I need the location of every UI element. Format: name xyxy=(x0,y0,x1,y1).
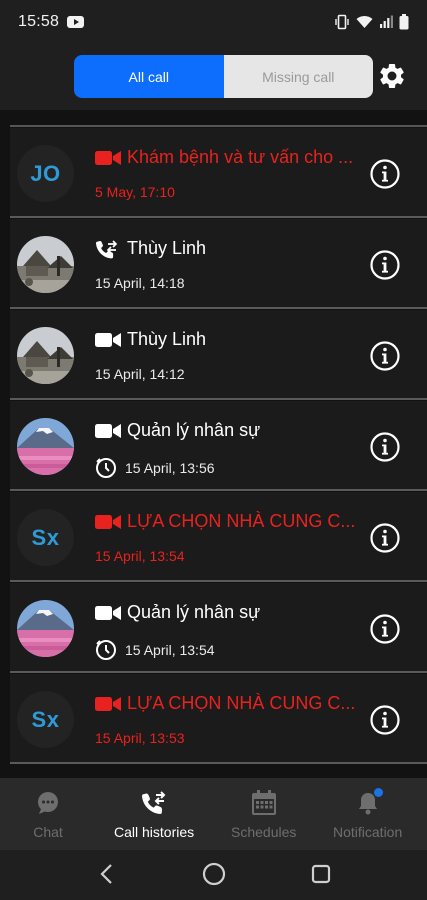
call-title: Thùy Linh xyxy=(127,238,207,258)
system-navigation-bar xyxy=(0,850,427,900)
status-time: 15:58 xyxy=(18,13,60,30)
call-history-row[interactable]: Quản lý nhân sự 15 April, 13:56 xyxy=(10,401,427,491)
call-date-line: 15 April, 13:56 xyxy=(95,457,215,479)
scheduled-clock-icon xyxy=(96,640,116,660)
info-icon[interactable] xyxy=(369,340,401,372)
home-icon[interactable] xyxy=(202,862,226,886)
call-history-row[interactable]: Quản lý nhân sự 15 April, 13:54 xyxy=(10,583,427,673)
video-icon xyxy=(95,604,121,622)
avatar: Sx xyxy=(17,509,74,566)
chat-icon xyxy=(33,790,63,816)
call-title-line: Thùy Linh xyxy=(95,238,365,259)
nav-label-notification: Notification xyxy=(333,824,403,840)
nav-item-notification[interactable]: Notification xyxy=(333,778,402,850)
call-date-line: 15 April, 13:54 xyxy=(95,548,185,564)
info-icon[interactable] xyxy=(369,522,401,554)
call-title: Quản lý nhân sự xyxy=(127,602,261,622)
call-history-row[interactable]: Thùy Linh 15 April, 14:18 xyxy=(10,219,427,309)
tab-all-call-label: All call xyxy=(128,68,169,85)
youtube-notification-icon xyxy=(67,16,85,28)
info-icon[interactable] xyxy=(369,249,401,281)
bell-icon xyxy=(353,788,383,816)
nav-label-chat: Chat xyxy=(33,824,63,840)
call-title: Thùy Linh xyxy=(127,329,207,349)
call-date: 15 April, 13:56 xyxy=(125,460,215,476)
call-history-row[interactable]: JO Khám bệnh và tư vấn cho ... 5 May, 17… xyxy=(10,128,427,218)
call-title-line: LỰA CHỌN NHÀ CUNG C... xyxy=(95,511,365,532)
call-title-line: Thùy Linh xyxy=(95,329,365,350)
tab-missing-call-label: Missing call xyxy=(262,68,335,85)
info-icon[interactable] xyxy=(369,613,401,645)
info-icon[interactable] xyxy=(369,158,401,190)
call-date: 15 April, 14:18 xyxy=(95,275,185,291)
call-title-line: Quản lý nhân sự xyxy=(95,420,365,441)
call-title: LỰA CHỌN NHÀ CUNG C... xyxy=(127,511,356,531)
info-icon[interactable] xyxy=(369,704,401,736)
nav-item-call-histories[interactable]: Call histories xyxy=(114,778,194,850)
video-icon xyxy=(95,513,121,531)
call-history-list: JO Khám bệnh và tư vấn cho ... 5 May, 17… xyxy=(0,110,427,778)
call-title: LỰA CHỌN NHÀ CUNG C... xyxy=(127,693,356,713)
avatar xyxy=(17,418,74,475)
settings-gear-icon[interactable] xyxy=(377,61,407,91)
back-icon[interactable] xyxy=(98,863,116,885)
app-header: All call Missing call xyxy=(0,44,427,110)
video-icon xyxy=(95,331,121,349)
notification-badge xyxy=(373,788,383,797)
call-title: Quản lý nhân sự xyxy=(127,420,261,440)
call-history-row[interactable]: Sx LỰA CHỌN NHÀ CUNG C... 15 April, 13:5… xyxy=(10,674,427,764)
nav-item-chat[interactable]: Chat xyxy=(33,778,63,850)
call-date: 15 April, 13:54 xyxy=(95,548,185,564)
call-date-line: 15 April, 14:18 xyxy=(95,275,185,291)
nav-item-schedules[interactable]: Schedules xyxy=(231,778,296,850)
status-icons xyxy=(334,14,409,30)
phone-icon xyxy=(95,239,121,258)
status-bar: 15:58 xyxy=(0,0,427,44)
calendar-icon xyxy=(249,790,279,816)
nav-label-call-histories: Call histories xyxy=(114,824,195,840)
call-date: 15 April, 13:54 xyxy=(125,642,215,658)
scheduled-clock-icon xyxy=(96,458,116,478)
avatar xyxy=(17,236,74,293)
call-filter-segmented-control: All call Missing call xyxy=(74,55,373,98)
avatar: JO xyxy=(17,145,74,202)
call-date-line: 15 April, 13:54 xyxy=(95,639,215,661)
avatar-initials: Sx xyxy=(31,524,60,550)
call-date-line: 15 April, 13:53 xyxy=(95,730,185,746)
call-history-row[interactable]: Sx LỰA CHỌN NHÀ CUNG C... 15 April, 13:5… xyxy=(10,492,427,582)
call-history-row[interactable]: Thùy Linh 15 April, 14:12 xyxy=(10,310,427,400)
call-date: 15 April, 13:53 xyxy=(95,730,185,746)
list-divider xyxy=(10,125,427,127)
call-date-line: 15 April, 14:12 xyxy=(95,366,185,382)
call-history-icon xyxy=(139,790,169,816)
avatar xyxy=(17,600,74,657)
avatar xyxy=(17,327,74,384)
call-title: Khám bệnh và tư vấn cho ... xyxy=(127,147,354,167)
signal-icon xyxy=(380,15,393,28)
recents-icon[interactable] xyxy=(310,863,332,885)
info-icon[interactable] xyxy=(369,431,401,463)
call-title-line: Quản lý nhân sự xyxy=(95,602,365,623)
video-icon xyxy=(95,422,121,440)
vibrate-icon xyxy=(335,14,349,30)
video-icon xyxy=(95,695,121,713)
battery-icon xyxy=(399,14,409,30)
wifi-icon xyxy=(356,15,373,28)
bottom-navigation: Chat Call histories Schedules Notificati… xyxy=(0,778,427,850)
call-title-line: LỰA CHỌN NHÀ CUNG C... xyxy=(95,693,365,714)
avatar: Sx xyxy=(17,691,74,748)
call-title-line: Khám bệnh và tư vấn cho ... xyxy=(95,147,365,168)
tab-all-call[interactable]: All call xyxy=(74,55,224,98)
avatar-initials: JO xyxy=(30,160,61,186)
call-date-line: 5 May, 17:10 xyxy=(95,184,175,200)
call-date: 5 May, 17:10 xyxy=(95,184,175,200)
tab-missing-call[interactable]: Missing call xyxy=(223,55,373,98)
avatar-initials: Sx xyxy=(31,706,60,732)
nav-label-schedules: Schedules xyxy=(231,824,297,840)
call-date: 15 April, 14:12 xyxy=(95,366,185,382)
video-icon xyxy=(95,149,121,167)
